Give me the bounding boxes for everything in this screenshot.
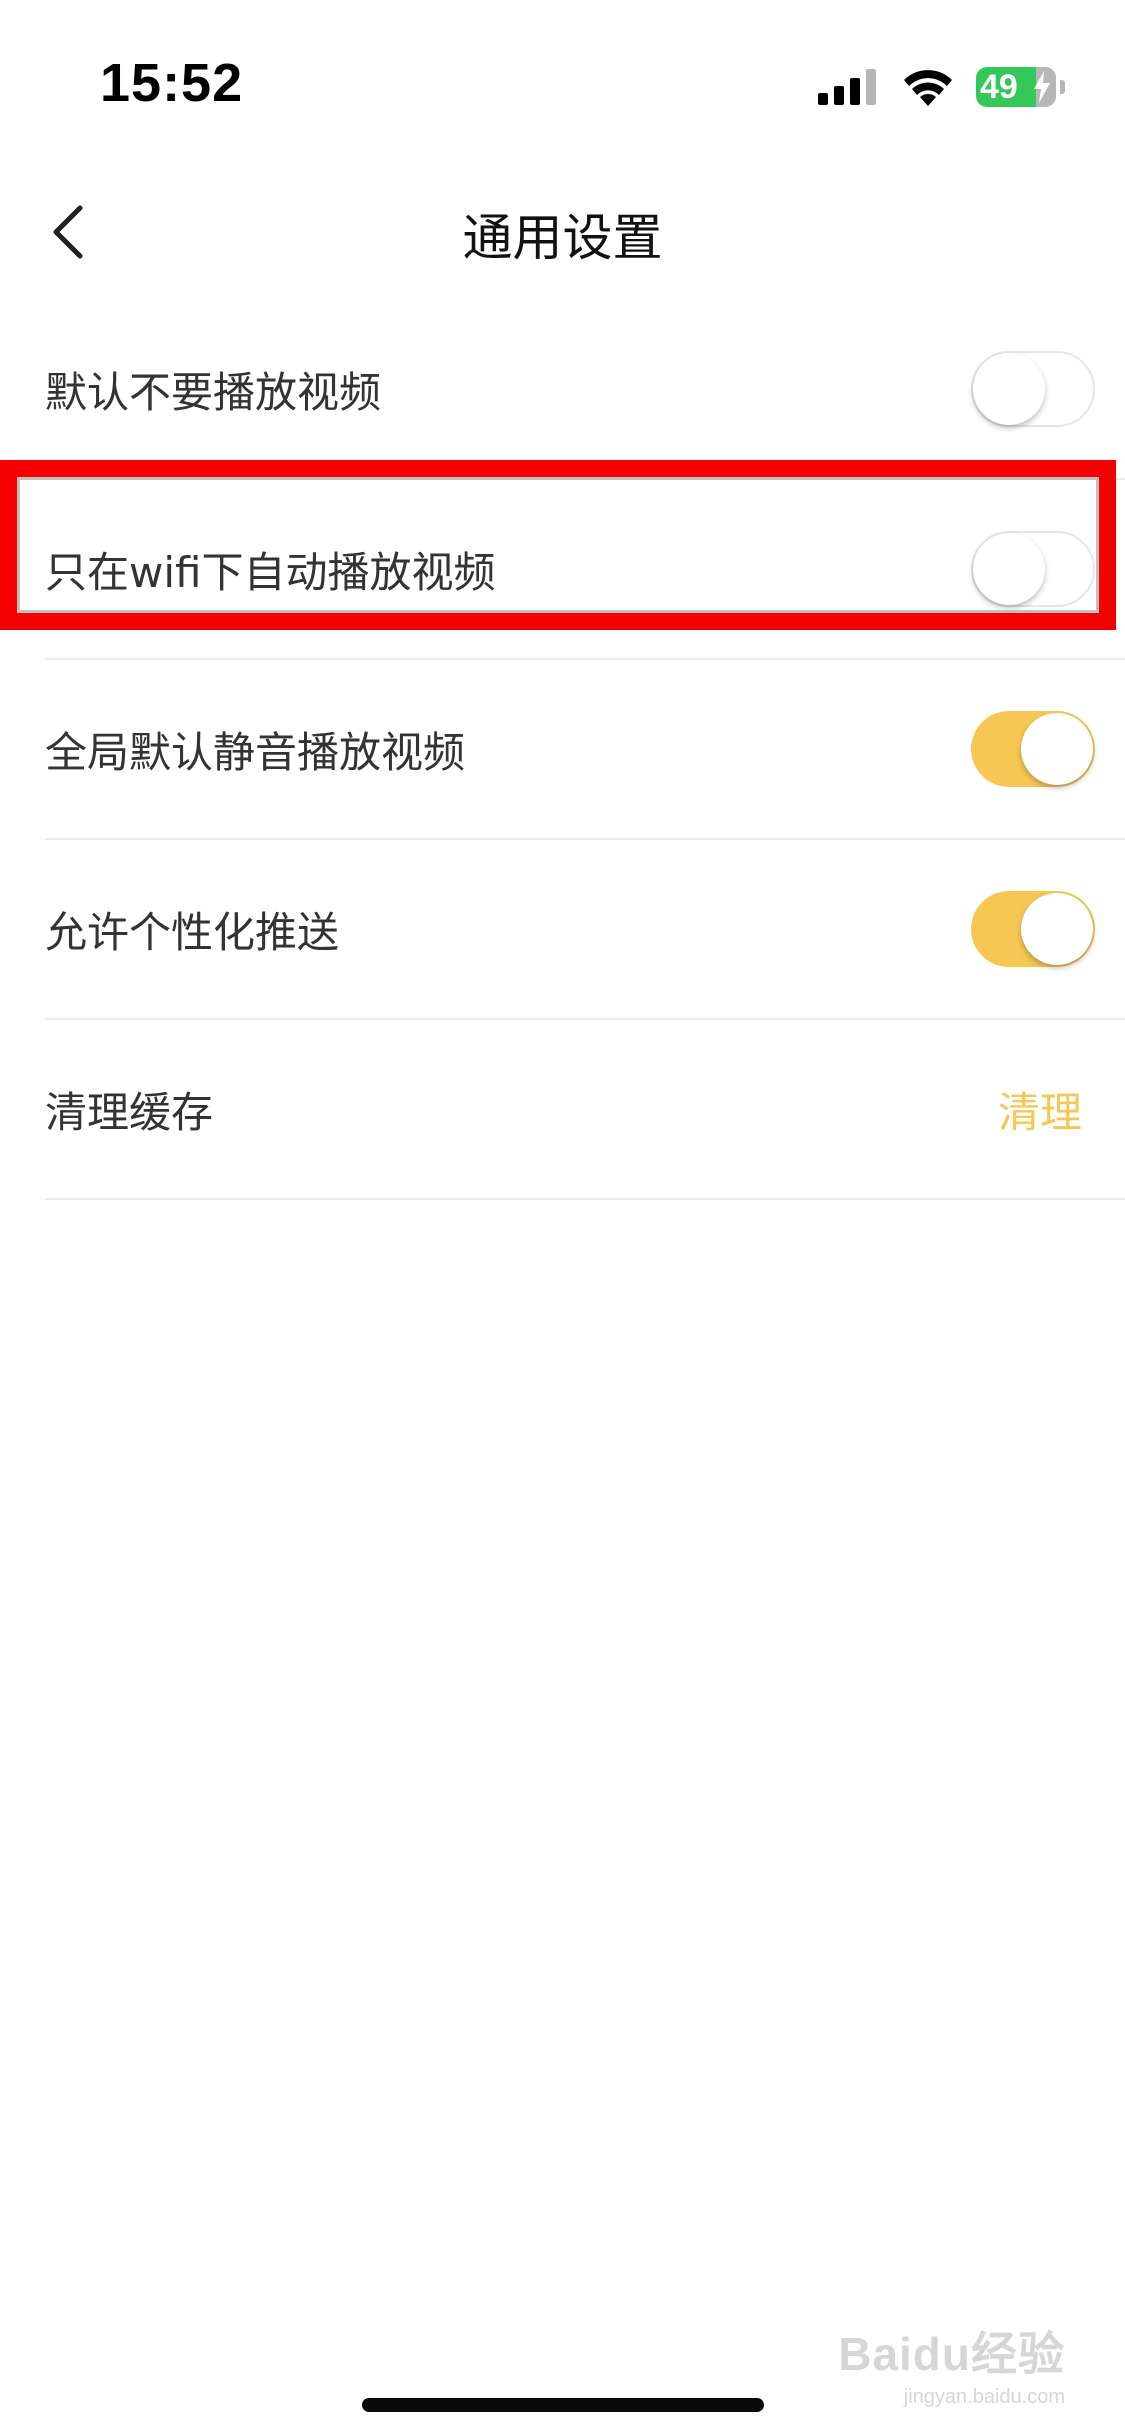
- setting-label: 允许个性化推送: [45, 907, 340, 957]
- status-icons: 49: [818, 62, 1065, 112]
- toggle-switch[interactable]: [971, 351, 1095, 427]
- toggle-switch[interactable]: [971, 891, 1095, 967]
- watermark: Baidu经验 jingyan.baidu.com: [838, 2318, 1065, 2409]
- nav-bar: 通用设置: [0, 170, 1125, 320]
- setting-label: 只在wifi下自动播放视频: [45, 547, 496, 597]
- clear-cache-button[interactable]: 清理: [998, 1020, 1082, 1198]
- setting-row-wifi-autoplay: 只在wifi下自动播放视频: [45, 480, 1125, 660]
- status-time: 15:52: [100, 53, 244, 113]
- battery-cap: [1060, 80, 1065, 94]
- setting-row-clear-cache: 清理缓存 清理: [45, 1020, 1125, 1200]
- setting-label: 全局默认静音播放视频: [45, 727, 466, 777]
- cellular-signal-icon: [818, 69, 876, 105]
- battery-charging-icon: 49: [976, 67, 1056, 107]
- watermark-site: jingyan.baidu.com: [903, 2386, 1065, 2408]
- battery-level: 49: [980, 67, 1018, 106]
- home-indicator[interactable]: [362, 2398, 764, 2412]
- page-title: 通用设置: [462, 209, 663, 267]
- toggle-knob: [1021, 893, 1093, 965]
- wifi-icon: [904, 70, 952, 106]
- toggle-switch[interactable]: [971, 531, 1095, 607]
- setting-label: 清理缓存: [45, 1087, 214, 1137]
- toggle-knob: [1021, 713, 1093, 785]
- setting-label: 默认不要播放视频: [45, 367, 382, 417]
- app-screen: 15:52 49 通用设置 默认不要播放视频 只在wifi下自动播放视频 全局默…: [0, 0, 1125, 2436]
- watermark-brand: Baidu经验: [838, 2328, 1065, 2380]
- toggle-knob: [973, 353, 1045, 425]
- setting-row-mute-playback: 全局默认静音播放视频: [45, 660, 1125, 840]
- setting-row-personalized-push: 允许个性化推送: [45, 840, 1125, 1020]
- status-bar: 15:52 49: [0, 0, 1125, 170]
- setting-row-no-autoplay: 默认不要播放视频: [45, 300, 1125, 480]
- toggle-switch[interactable]: [971, 711, 1095, 787]
- settings-list: 默认不要播放视频 只在wifi下自动播放视频 全局默认静音播放视频 允许个性化推…: [0, 300, 1125, 1200]
- toggle-knob: [973, 533, 1045, 605]
- charging-bolt-icon: [1034, 71, 1050, 103]
